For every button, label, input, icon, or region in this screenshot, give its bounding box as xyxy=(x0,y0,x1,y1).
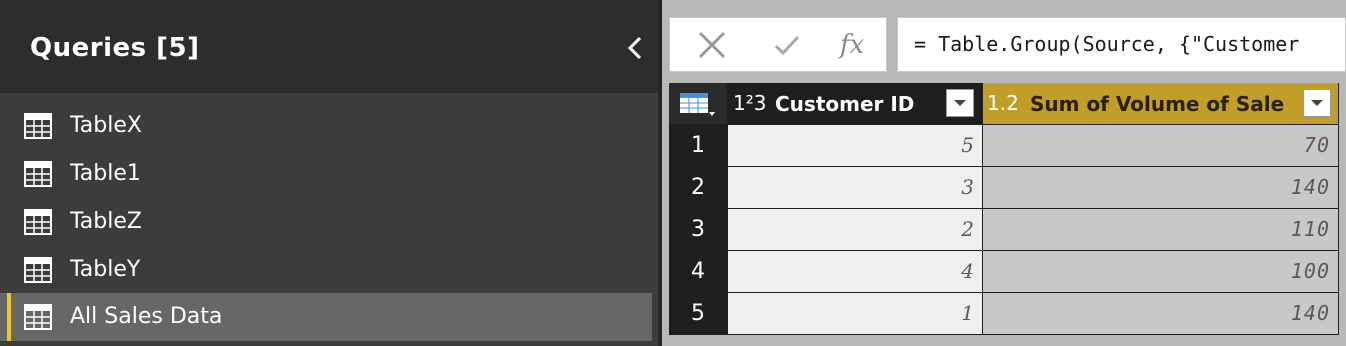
table-row: 3 2 110 xyxy=(669,209,1339,250)
query-item-tablex[interactable]: TableX xyxy=(0,102,652,150)
query-label: Table1 xyxy=(70,161,141,186)
query-item-table1[interactable]: Table1 xyxy=(0,150,652,198)
column-filter-button[interactable] xyxy=(1303,89,1331,117)
check-icon xyxy=(774,35,800,56)
query-item-tablez[interactable]: TableZ xyxy=(0,198,652,246)
table-menu-button[interactable] xyxy=(669,83,727,124)
cell-sum-volume[interactable]: 70 xyxy=(983,125,1338,166)
table-icon xyxy=(24,209,52,235)
formula-button-group: fx xyxy=(669,17,887,72)
chevron-down-icon xyxy=(954,100,966,106)
insert-function-button[interactable]: fx xyxy=(832,26,872,64)
cell-sum-volume[interactable]: 100 xyxy=(983,251,1338,292)
column-filter-button[interactable] xyxy=(946,89,974,117)
row-number[interactable]: 1 xyxy=(669,125,727,166)
row-number[interactable]: 3 xyxy=(669,209,727,250)
query-label: All Sales Data xyxy=(70,304,223,329)
cell-customer-id[interactable]: 2 xyxy=(728,209,982,250)
column-header-customer-id[interactable]: 1²3 Customer ID xyxy=(728,83,982,124)
queries-header: Queries [5] xyxy=(0,0,658,93)
decimal-type-icon[interactable]: 1.2 xyxy=(987,90,1019,116)
query-label: TableZ xyxy=(70,209,142,234)
table-icon xyxy=(24,257,52,283)
cell-customer-id[interactable]: 3 xyxy=(728,167,982,208)
query-label: TableX xyxy=(70,113,142,138)
column-name: Customer ID xyxy=(775,92,915,116)
chevron-left-icon xyxy=(627,36,642,60)
editor-area: fx = Table.Group(Source, {"Customer 1²3 … xyxy=(662,0,1346,346)
row-number[interactable]: 4 xyxy=(669,251,727,292)
cell-sum-volume[interactable]: 110 xyxy=(983,209,1338,250)
cell-sum-volume[interactable]: 140 xyxy=(983,167,1338,208)
table-row: 2 3 140 xyxy=(669,167,1339,208)
chevron-down-icon xyxy=(1311,100,1323,106)
formula-text: = Table.Group(Source, {"Customer xyxy=(914,32,1300,56)
cell-customer-id[interactable]: 5 xyxy=(728,125,982,166)
queries-pane: Queries [5] TableX Table1 TableZ TableY … xyxy=(0,0,658,346)
confirm-formula-button[interactable] xyxy=(767,26,807,64)
table-row: 5 1 140 xyxy=(669,293,1339,334)
table-icon xyxy=(24,161,52,187)
query-label: TableY xyxy=(70,257,141,282)
table-icon xyxy=(24,304,52,330)
row-number[interactable]: 5 xyxy=(669,293,727,334)
column-name: Sum of Volume of Sale xyxy=(1030,92,1285,116)
cell-customer-id[interactable]: 1 xyxy=(728,293,982,334)
fx-icon: fx xyxy=(839,30,865,60)
table-row: 4 4 100 xyxy=(669,251,1339,292)
table-icon xyxy=(24,113,52,139)
cell-customer-id[interactable]: 4 xyxy=(728,251,982,292)
data-grid: 1²3 Customer ID 1.2 Sum of Volume of Sal… xyxy=(669,83,1339,335)
cell-sum-volume[interactable]: 140 xyxy=(983,293,1338,334)
query-item-tabley[interactable]: TableY xyxy=(0,246,652,294)
queries-title: Queries [5] xyxy=(30,33,200,63)
query-item-all-sales-data[interactable]: All Sales Data xyxy=(0,293,652,341)
row-number[interactable]: 2 xyxy=(669,167,727,208)
formula-bar-input[interactable]: = Table.Group(Source, {"Customer xyxy=(897,17,1346,72)
cancel-formula-button[interactable] xyxy=(692,26,732,64)
table-dropdown-icon xyxy=(680,92,715,116)
whole-number-type-icon[interactable]: 1²3 xyxy=(733,90,766,116)
collapse-pane-button[interactable] xyxy=(618,30,652,66)
table-row: 1 5 70 xyxy=(669,125,1339,166)
x-icon xyxy=(698,31,726,59)
column-header-sum-of-volume-of-sale[interactable]: 1.2 Sum of Volume of Sale xyxy=(983,83,1338,124)
